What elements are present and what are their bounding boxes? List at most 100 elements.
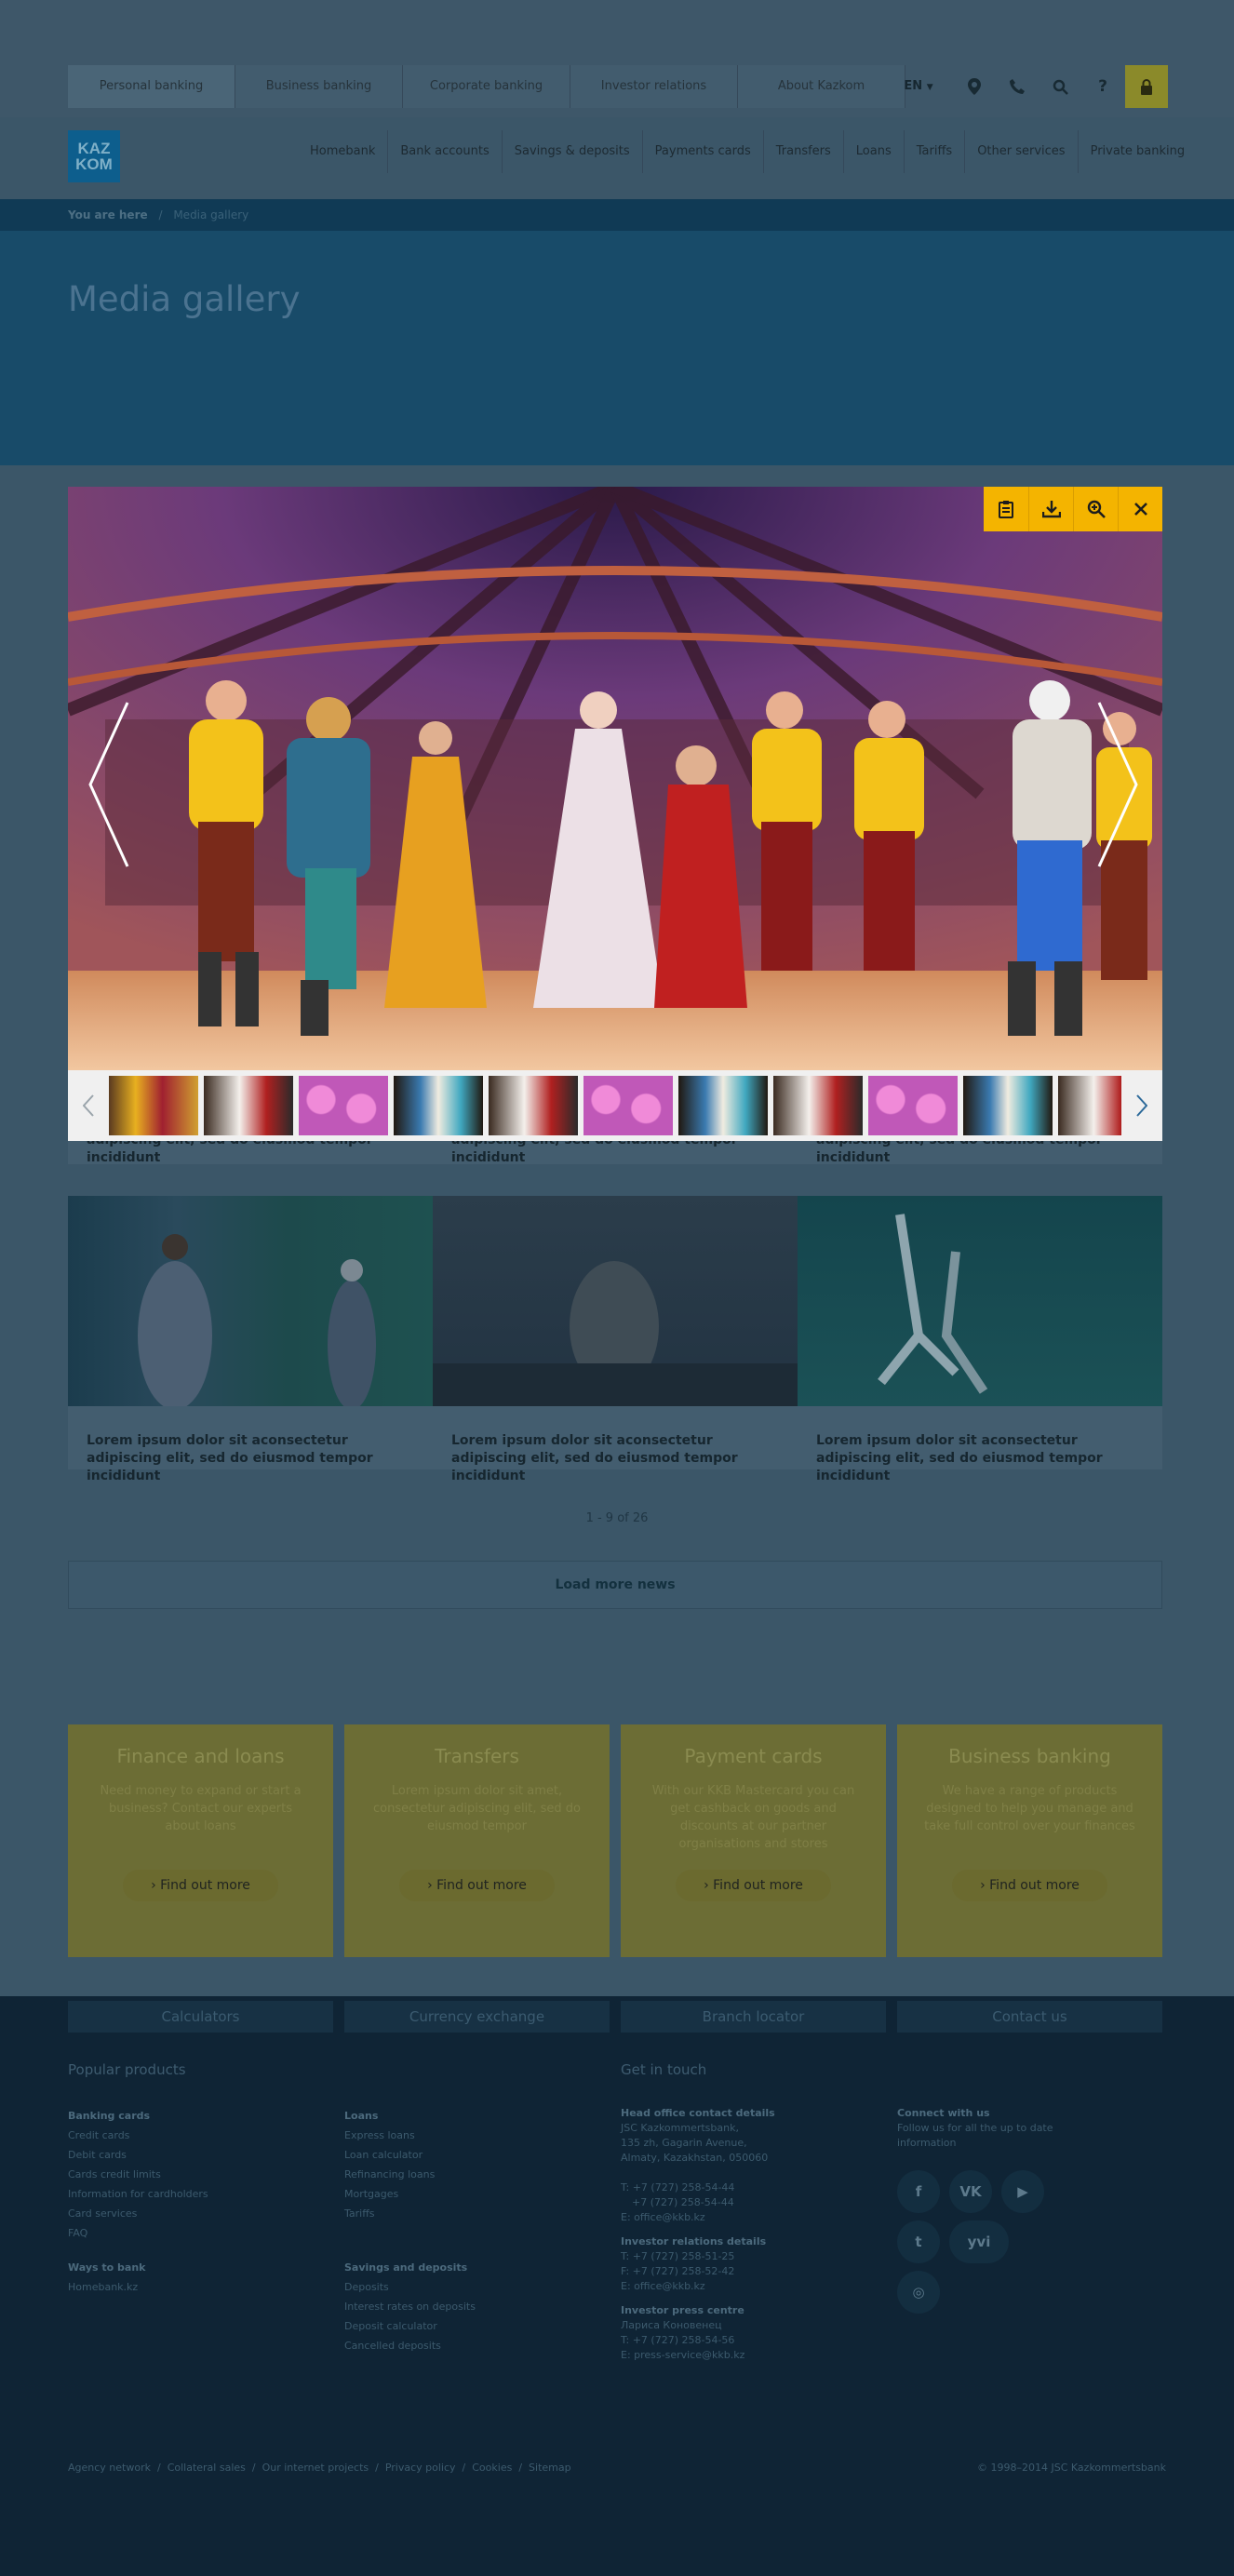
previous-photo-button[interactable]: [87, 701, 129, 872]
thumbnails-next-button[interactable]: [1121, 1070, 1162, 1141]
email-link[interactable]: E: office@kkb.kz: [621, 2280, 705, 2292]
page-title: Media gallery: [68, 279, 301, 319]
chevron-down-icon: ▼: [926, 83, 933, 92]
main-nav-private-banking[interactable]: Private banking: [1077, 130, 1198, 173]
footer-link[interactable]: Information for cardholders: [68, 2188, 208, 2200]
main-nav-bank-accounts[interactable]: Bank accounts: [387, 130, 501, 173]
find-out-more-button[interactable]: › Find out more: [676, 1870, 831, 1901]
facebook-icon[interactable]: f: [897, 2170, 940, 2213]
youtube-icon[interactable]: ▶: [1001, 2170, 1044, 2213]
calculators-link[interactable]: Calculators: [68, 2001, 333, 2033]
main-nav-transfers[interactable]: Transfers: [762, 130, 843, 173]
footer-link[interactable]: Tariffs: [344, 2207, 375, 2220]
cookies-link[interactable]: Cookies: [472, 2462, 512, 2474]
language-selector[interactable]: EN ▼: [895, 65, 942, 108]
thumbnail[interactable]: [489, 1076, 578, 1135]
search-icon[interactable]: [1039, 65, 1081, 108]
thumbnail[interactable]: [109, 1076, 198, 1135]
email-link[interactable]: E: office@kkb.kz: [621, 2211, 705, 2223]
phone-icon[interactable]: [996, 65, 1039, 108]
currency-exchange-link[interactable]: Currency exchange: [344, 2001, 610, 2033]
thumbnails-previous-button[interactable]: [68, 1070, 109, 1141]
button-label: Find out more: [160, 1878, 250, 1893]
footer-link[interactable]: Deposit calculator: [344, 2320, 437, 2332]
main-nav-payment-cards[interactable]: Payments cards: [641, 130, 763, 173]
main-nav-savings[interactable]: Savings & deposits: [501, 130, 642, 173]
find-out-more-button[interactable]: › Find out more: [123, 1870, 278, 1901]
main-nav-homebank[interactable]: Homebank: [298, 130, 387, 173]
top-nav-investor[interactable]: Investor relations: [570, 65, 738, 108]
next-photo-button[interactable]: [1097, 701, 1140, 872]
zoom-button[interactable]: [1073, 487, 1118, 531]
contact-us-link[interactable]: Contact us: [897, 2001, 1162, 2033]
branch-locator-link[interactable]: Branch locator: [621, 2001, 886, 2033]
gallery-image[interactable]: [433, 1196, 798, 1406]
language-label: EN: [904, 79, 923, 93]
gallery-image[interactable]: [798, 1196, 1162, 1406]
thumbnail[interactable]: [868, 1076, 958, 1135]
load-more-button[interactable]: Load more news: [68, 1561, 1162, 1609]
thumbnail[interactable]: [204, 1076, 293, 1135]
thumbnails: [109, 1076, 1121, 1135]
thumbnail[interactable]: [773, 1076, 863, 1135]
thumbnail[interactable]: [394, 1076, 483, 1135]
sitemap-link[interactable]: Sitemap: [529, 2462, 571, 2474]
thumbnail[interactable]: [299, 1076, 388, 1135]
agency-network-link[interactable]: Agency network: [68, 2462, 151, 2474]
footer-link[interactable]: Homebank.kz: [68, 2281, 138, 2293]
gallery-caption[interactable]: Lorem ipsum dolor sit aconsectetur adipi…: [798, 1406, 1162, 1483]
yvision-icon[interactable]: yvi: [949, 2220, 1009, 2263]
privacy-policy-link[interactable]: Privacy policy: [385, 2462, 456, 2474]
footer-link[interactable]: Loan calculator: [344, 2149, 423, 2161]
footer-bottom-links: Agency network / Collateral sales / Our …: [68, 2462, 571, 2474]
vk-icon[interactable]: VK: [949, 2170, 992, 2213]
top-nav-personal[interactable]: Personal banking: [68, 65, 235, 108]
gallery-caption[interactable]: Lorem ipsum dolor sit aconsectetur adipi…: [68, 1406, 433, 1483]
footer-link[interactable]: Cancelled deposits: [344, 2340, 441, 2352]
find-out-more-button[interactable]: › Find out more: [952, 1870, 1107, 1901]
footer-link[interactable]: Card services: [68, 2207, 137, 2220]
breadcrumb-separator: /: [158, 208, 163, 221]
footer-link[interactable]: Refinancing loans: [344, 2168, 435, 2180]
thumbnail[interactable]: [1058, 1076, 1121, 1135]
breadcrumb-current[interactable]: Media gallery: [173, 208, 248, 221]
logo[interactable]: KAZ KOM: [68, 130, 120, 182]
thumbnail[interactable]: [583, 1076, 673, 1135]
lock-icon: [1141, 78, 1152, 95]
footer-link[interactable]: Cards credit limits: [68, 2168, 161, 2180]
footer-link[interactable]: Credit cards: [68, 2129, 129, 2141]
thumbnail[interactable]: [678, 1076, 768, 1135]
internet-projects-link[interactable]: Our internet projects: [262, 2462, 369, 2474]
hero-banner: [0, 231, 1234, 465]
footer-link[interactable]: Debit cards: [68, 2149, 127, 2161]
thumbnail[interactable]: [963, 1076, 1053, 1135]
details-button[interactable]: [984, 487, 1028, 531]
main-nav-loans[interactable]: Loans: [842, 130, 904, 173]
footer-link[interactable]: Mortgages: [344, 2188, 398, 2200]
breadcrumb-label: You are here: [68, 208, 148, 221]
location-icon[interactable]: [953, 65, 996, 108]
main-nav-tariffs[interactable]: Tariffs: [903, 130, 964, 173]
close-button[interactable]: [1118, 487, 1162, 531]
address-line: Almaty, Kazakhstan, 050060: [621, 2152, 769, 2164]
footer-link[interactable]: Express loans: [344, 2129, 415, 2141]
footer-link[interactable]: FAQ: [68, 2227, 87, 2239]
login-button[interactable]: [1125, 65, 1168, 108]
find-out-more-button[interactable]: › Find out more: [399, 1870, 555, 1901]
email-link[interactable]: E: press-service@kkb.kz: [621, 2349, 744, 2361]
instagram-icon[interactable]: ◎: [897, 2271, 940, 2314]
footer-link[interactable]: Interest rates on deposits: [344, 2301, 476, 2313]
download-button[interactable]: [1028, 487, 1073, 531]
top-nav-about[interactable]: About Kazkom: [738, 65, 905, 108]
top-nav-business[interactable]: Business banking: [235, 65, 403, 108]
footer-link[interactable]: Deposits: [344, 2281, 389, 2293]
help-icon[interactable]: ?: [1081, 65, 1124, 108]
top-nav-corporate[interactable]: Corporate banking: [403, 65, 570, 108]
main-nav-other-services[interactable]: Other services: [964, 130, 1077, 173]
chevron-right-icon: [1136, 1094, 1147, 1117]
gallery-image[interactable]: [68, 1196, 433, 1410]
twitter-icon[interactable]: t: [897, 2220, 940, 2263]
gallery-caption[interactable]: Lorem ipsum dolor sit aconsectetur adipi…: [433, 1406, 798, 1483]
contact-column: Head office contact details JSC Kazkomme…: [621, 2106, 872, 2363]
collateral-sales-link[interactable]: Collateral sales: [168, 2462, 246, 2474]
